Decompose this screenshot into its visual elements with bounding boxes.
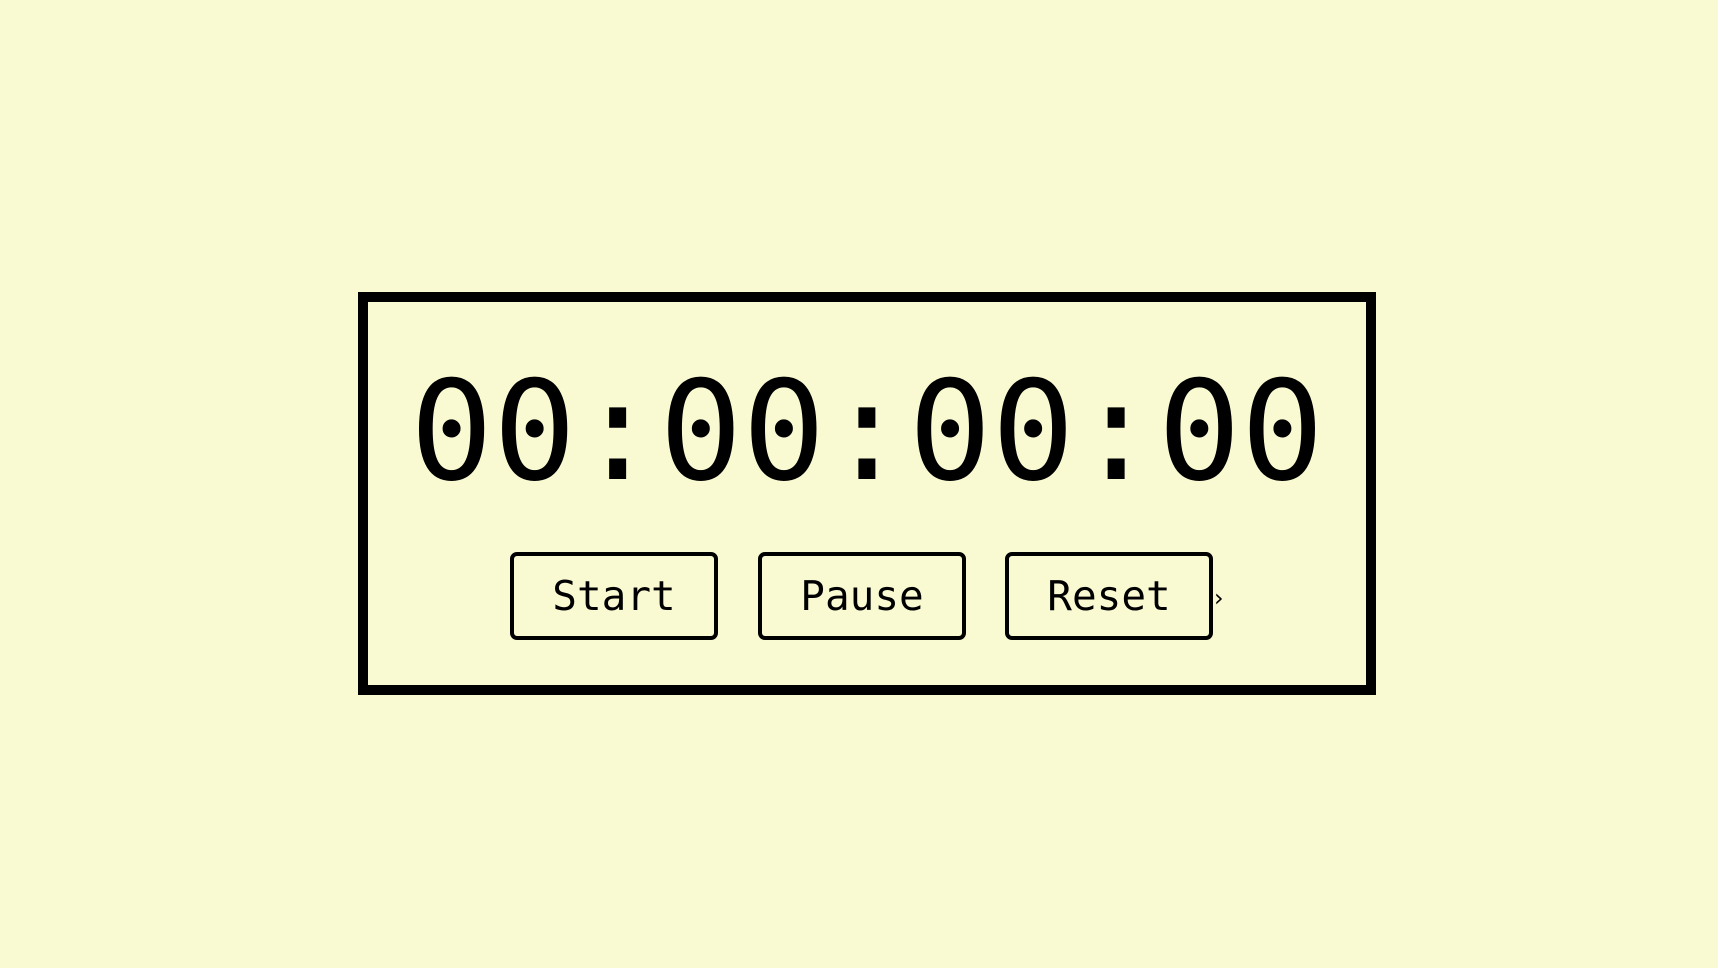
controls-row: Start Pause Reset › bbox=[368, 552, 1366, 640]
start-button[interactable]: Start bbox=[510, 552, 718, 640]
time-display: 00:00:00:00 bbox=[410, 351, 1324, 512]
pause-button[interactable]: Pause bbox=[758, 552, 966, 640]
chevron-right-icon: › bbox=[1214, 584, 1224, 612]
reset-button[interactable]: Reset bbox=[1005, 552, 1213, 640]
stopwatch-panel: 00:00:00:00 Start Pause Reset › bbox=[358, 292, 1376, 695]
